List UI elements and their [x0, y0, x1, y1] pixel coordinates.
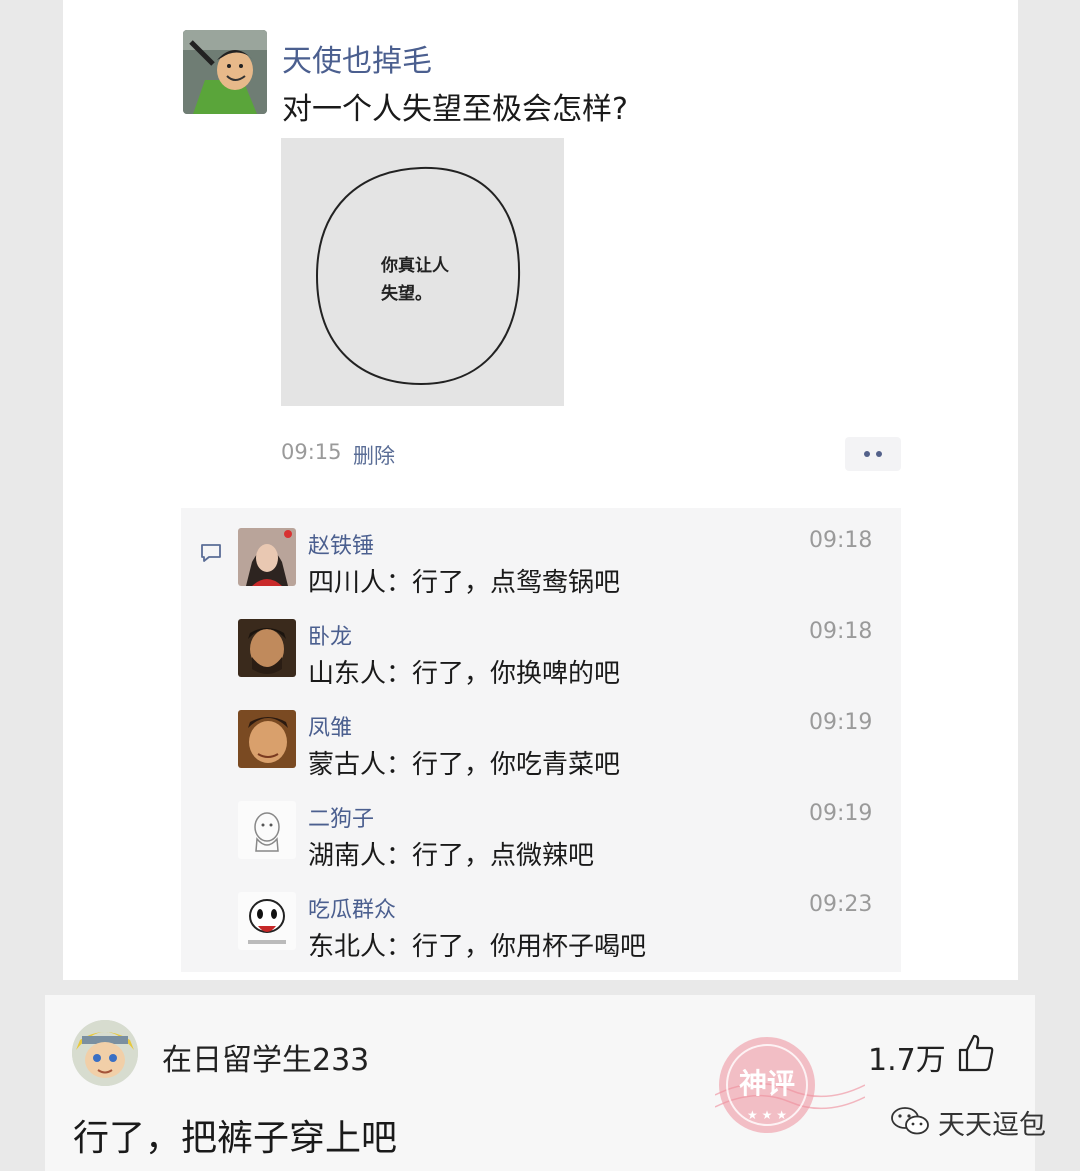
dot-icon: [864, 451, 870, 457]
comment-text: 山东人：行了，你换啤的吧: [308, 659, 621, 689]
svg-text:神评: 神评: [739, 1067, 795, 1100]
wechat-icon: [890, 1106, 930, 1140]
commenter-avatar[interactable]: [238, 619, 296, 677]
comment-text: 蒙古人：行了，你吃青菜吧: [308, 750, 621, 780]
comment-item: 吃瓜群众 东北人：行了，你用杯子喝吧 09:23: [238, 872, 878, 962]
comment-time: 09:23: [809, 892, 873, 917]
commenter-avatar[interactable]: [238, 528, 296, 586]
watermark: 天天逗包: [890, 1103, 1046, 1142]
commenter-avatar[interactable]: [238, 892, 296, 950]
comment-section: 赵铁锤 四川人：行了，点鸳鸯锅吧 09:18 卧龙 山东人：行了，你换啤的吧 0…: [181, 508, 901, 972]
comment-item: 二狗子 湖南人：行了，点微辣吧 09:19: [238, 781, 878, 871]
delete-link[interactable]: 删除: [353, 440, 395, 470]
like-count: 1.7万: [868, 1043, 946, 1078]
comment-text: 湖南人：行了，点微辣吧: [308, 841, 595, 871]
comment-item: 凤雏 蒙古人：行了，你吃青菜吧 09:19: [238, 690, 878, 780]
comment-time: 09:18: [809, 528, 873, 553]
image-caption: 你真让人 失望。: [381, 256, 449, 304]
post-image[interactable]: 你真让人 失望。: [281, 138, 564, 406]
thumbs-up-icon[interactable]: [957, 1033, 995, 1077]
commenter-name[interactable]: 赵铁锤: [308, 528, 374, 560]
comment-time: 09:19: [809, 710, 873, 735]
commenter-name[interactable]: 凤雏: [308, 710, 352, 742]
commenter-avatar[interactable]: [238, 710, 296, 768]
comment-icon: [199, 542, 223, 568]
poster-avatar[interactable]: [183, 30, 267, 114]
commenter-name[interactable]: 二狗子: [308, 801, 374, 833]
comment-time: 09:19: [809, 801, 873, 826]
comment-item: 赵铁锤 四川人：行了，点鸳鸯锅吧 09:18: [238, 508, 878, 598]
reply-username[interactable]: 在日留学生233: [162, 1035, 369, 1079]
reply-avatar[interactable]: [72, 1020, 138, 1086]
commenter-name[interactable]: 卧龙: [308, 619, 352, 651]
post-timestamp: 09:15: [281, 440, 342, 464]
watermark-text: 天天逗包: [938, 1110, 1046, 1141]
svg-text:★ ★ ★: ★ ★ ★: [747, 1108, 787, 1122]
post-text: 对一个人失望至极会怎样?: [282, 92, 628, 127]
comment-time: 09:18: [809, 619, 873, 644]
reply-text: 行了，把裤子穿上吧: [73, 1118, 398, 1159]
hot-comment-stamp: 神评 ★ ★ ★: [714, 1035, 866, 1159]
comment-item: 卧龙 山东人：行了，你换啤的吧 09:18: [238, 599, 878, 689]
commenter-avatar[interactable]: [238, 801, 296, 859]
poster-name[interactable]: 天使也掉毛: [282, 36, 432, 80]
comment-text: 东北人：行了，你用杯子喝吧: [308, 932, 647, 962]
dot-icon: [876, 451, 882, 457]
commenter-name[interactable]: 吃瓜群众: [308, 892, 396, 924]
comment-text: 四川人：行了，点鸳鸯锅吧: [308, 568, 621, 598]
more-options-button[interactable]: [845, 437, 901, 471]
featured-reply: 在日留学生233 神评 ★ ★ ★ 1.7万 行了，把裤子穿上吧 天天逗包: [45, 995, 1046, 1171]
